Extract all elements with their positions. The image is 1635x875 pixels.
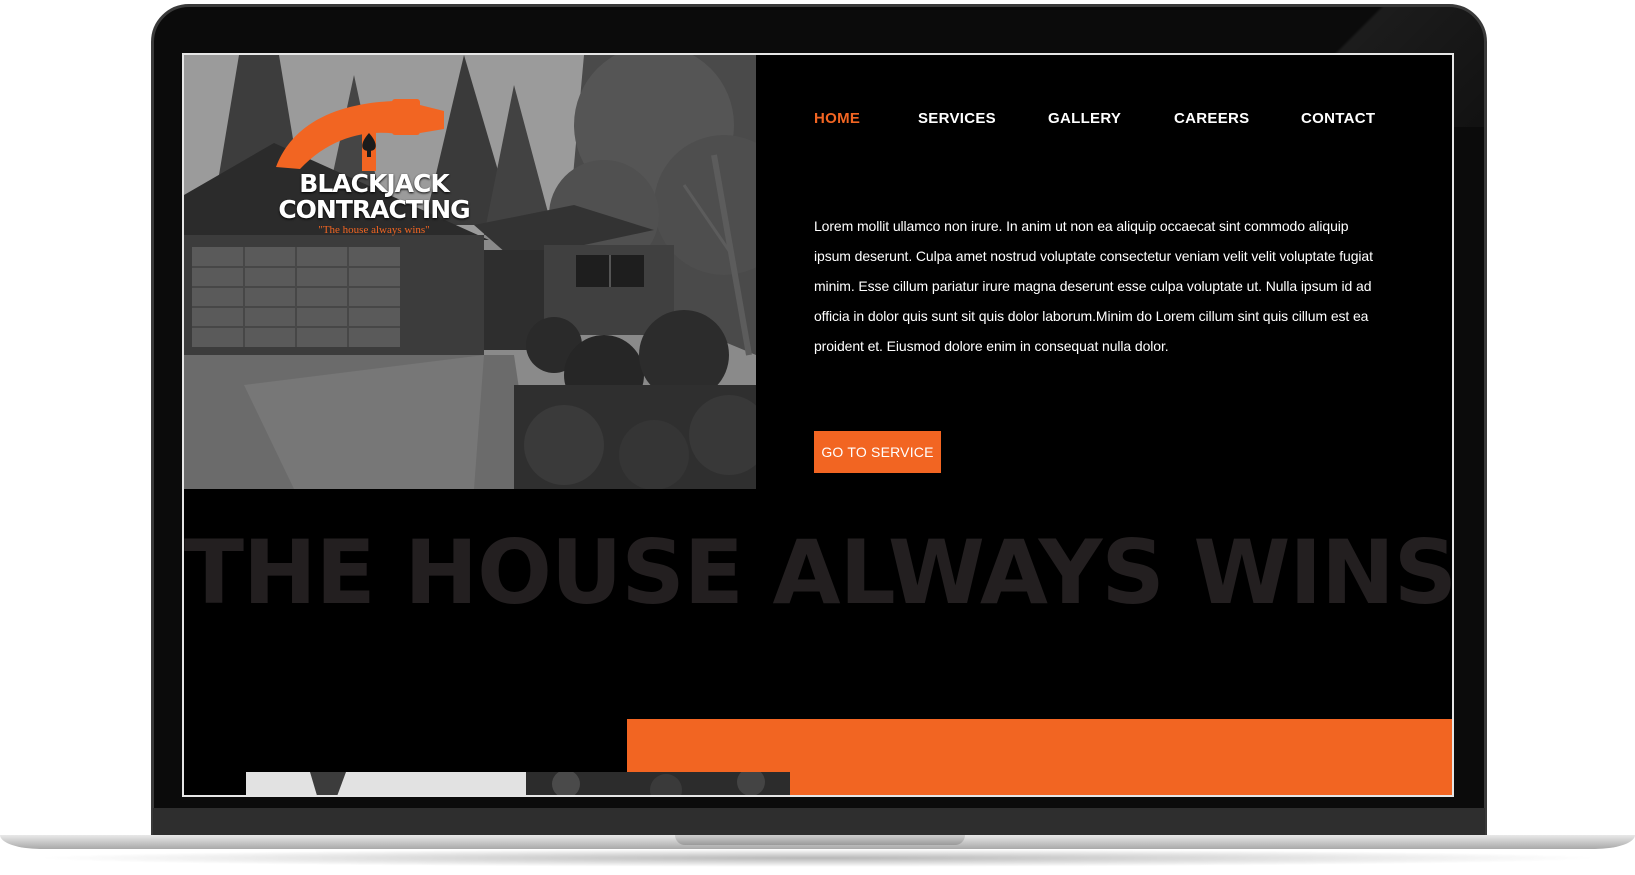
nav-item-contact[interactable]: CONTACT (1301, 110, 1375, 127)
brand-tagline: "The house always wins" (318, 224, 430, 236)
nav-item-careers[interactable]: CAREERS (1174, 110, 1301, 127)
nav-item-gallery[interactable]: GALLERY (1048, 110, 1174, 127)
nav-item-home[interactable]: HOME (814, 110, 918, 127)
watermark-headline: THE HOUSE ALWAYS WINS (184, 521, 1454, 624)
section-photo-preview (246, 772, 790, 795)
brand-name-line1: BLACKJACK (299, 169, 449, 198)
brand-name-line2: CONTRACTING (278, 195, 470, 224)
laptop-chin (153, 808, 1485, 836)
hero-description: Lorem mollit ullamco non irure. In anim … (814, 218, 1373, 354)
website-screen: BLACKJACK CONTRACTING "The house always … (182, 53, 1454, 797)
nav-item-services[interactable]: SERVICES (918, 110, 1048, 127)
laptop-notch (675, 835, 965, 845)
brand-logo[interactable]: BLACKJACK CONTRACTING "The house always … (254, 99, 494, 249)
main-nav: HOME SERVICES GALLERY CAREERS CONTACT (814, 110, 1375, 127)
hammer-icon (276, 99, 444, 171)
go-to-service-button[interactable]: GO TO SERVICE (814, 431, 941, 473)
laptop-base-shadow (30, 849, 1605, 867)
house-photo: BLACKJACK CONTRACTING "The house always … (184, 55, 756, 489)
